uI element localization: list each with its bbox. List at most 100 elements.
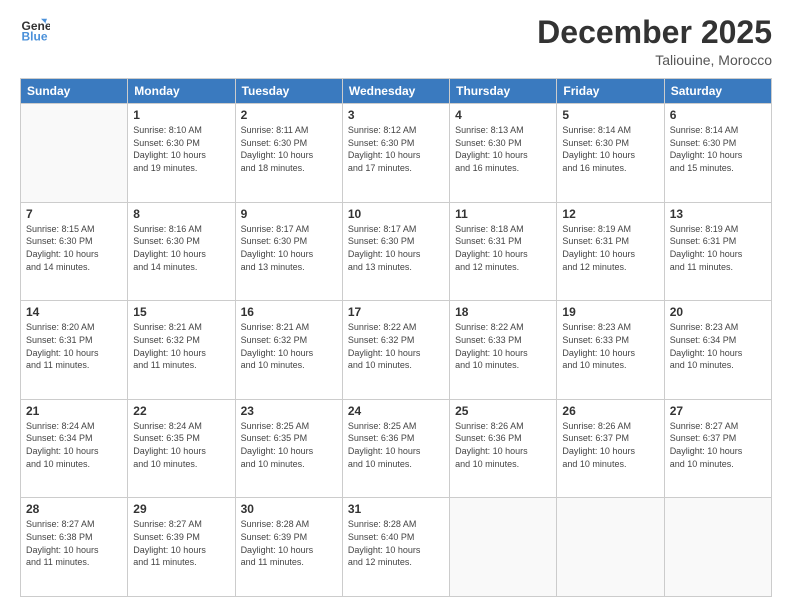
day-number: 5 — [562, 108, 658, 122]
day-number: 3 — [348, 108, 444, 122]
calendar-cell — [21, 104, 128, 203]
day-number: 1 — [133, 108, 229, 122]
calendar-week-3: 14 Sunrise: 8:20 AM Sunset: 6:31 PM Dayli… — [21, 301, 772, 400]
calendar-cell: 12 Sunrise: 8:19 AM Sunset: 6:31 PM Dayli… — [557, 202, 664, 301]
calendar-cell: 3 Sunrise: 8:12 AM Sunset: 6:30 PM Daylig… — [342, 104, 449, 203]
day-info: Sunrise: 8:26 AM Sunset: 6:37 PM Dayligh… — [562, 420, 658, 470]
day-info: Sunrise: 8:25 AM Sunset: 6:36 PM Dayligh… — [348, 420, 444, 470]
day-info: Sunrise: 8:19 AM Sunset: 6:31 PM Dayligh… — [670, 223, 766, 273]
day-number: 23 — [241, 404, 337, 418]
col-sunday: Sunday — [21, 79, 128, 104]
col-saturday: Saturday — [664, 79, 771, 104]
calendar-cell: 8 Sunrise: 8:16 AM Sunset: 6:30 PM Daylig… — [128, 202, 235, 301]
calendar-cell: 18 Sunrise: 8:22 AM Sunset: 6:33 PM Dayli… — [450, 301, 557, 400]
day-info: Sunrise: 8:17 AM Sunset: 6:30 PM Dayligh… — [241, 223, 337, 273]
day-info: Sunrise: 8:20 AM Sunset: 6:31 PM Dayligh… — [26, 321, 122, 371]
calendar-cell: 2 Sunrise: 8:11 AM Sunset: 6:30 PM Daylig… — [235, 104, 342, 203]
day-number: 18 — [455, 305, 551, 319]
calendar-cell: 24 Sunrise: 8:25 AM Sunset: 6:36 PM Dayli… — [342, 399, 449, 498]
day-number: 13 — [670, 207, 766, 221]
day-number: 14 — [26, 305, 122, 319]
header-row: Sunday Monday Tuesday Wednesday Thursday… — [21, 79, 772, 104]
location: Taliouine, Morocco — [537, 52, 772, 68]
day-info: Sunrise: 8:16 AM Sunset: 6:30 PM Dayligh… — [133, 223, 229, 273]
day-info: Sunrise: 8:22 AM Sunset: 6:33 PM Dayligh… — [455, 321, 551, 371]
day-info: Sunrise: 8:17 AM Sunset: 6:30 PM Dayligh… — [348, 223, 444, 273]
title-area: December 2025 Taliouine, Morocco — [537, 15, 772, 68]
calendar-cell: 10 Sunrise: 8:17 AM Sunset: 6:30 PM Dayli… — [342, 202, 449, 301]
day-number: 26 — [562, 404, 658, 418]
day-info: Sunrise: 8:23 AM Sunset: 6:34 PM Dayligh… — [670, 321, 766, 371]
logo-icon: General Blue — [20, 15, 50, 45]
calendar-cell: 7 Sunrise: 8:15 AM Sunset: 6:30 PM Daylig… — [21, 202, 128, 301]
calendar-cell — [450, 498, 557, 597]
day-number: 10 — [348, 207, 444, 221]
day-info: Sunrise: 8:24 AM Sunset: 6:34 PM Dayligh… — [26, 420, 122, 470]
col-friday: Friday — [557, 79, 664, 104]
day-info: Sunrise: 8:19 AM Sunset: 6:31 PM Dayligh… — [562, 223, 658, 273]
calendar-cell: 26 Sunrise: 8:26 AM Sunset: 6:37 PM Dayli… — [557, 399, 664, 498]
day-number: 27 — [670, 404, 766, 418]
calendar-cell: 22 Sunrise: 8:24 AM Sunset: 6:35 PM Dayli… — [128, 399, 235, 498]
day-number: 7 — [26, 207, 122, 221]
col-tuesday: Tuesday — [235, 79, 342, 104]
day-info: Sunrise: 8:11 AM Sunset: 6:30 PM Dayligh… — [241, 124, 337, 174]
day-number: 31 — [348, 502, 444, 516]
day-number: 15 — [133, 305, 229, 319]
calendar-week-5: 28Sunrise: 8:27 AM Sunset: 6:38 PM Dayli… — [21, 498, 772, 597]
day-number: 6 — [670, 108, 766, 122]
calendar-cell: 14 Sunrise: 8:20 AM Sunset: 6:31 PM Dayli… — [21, 301, 128, 400]
day-info: Sunrise: 8:27 AM Sunset: 6:38 PM Dayligh… — [26, 518, 122, 568]
day-info: Sunrise: 8:12 AM Sunset: 6:30 PM Dayligh… — [348, 124, 444, 174]
day-number: 19 — [562, 305, 658, 319]
day-info: Sunrise: 8:14 AM Sunset: 6:30 PM Dayligh… — [670, 124, 766, 174]
day-info: Sunrise: 8:22 AM Sunset: 6:32 PM Dayligh… — [348, 321, 444, 371]
col-monday: Monday — [128, 79, 235, 104]
calendar-cell: 29 Sunrise: 8:27 AM Sunset: 6:39 PM Dayli… — [128, 498, 235, 597]
day-info: Sunrise: 8:27 AM Sunset: 6:37 PM Dayligh… — [670, 420, 766, 470]
calendar-week-1: 1 Sunrise: 8:10 AM Sunset: 6:30 PM Daylig… — [21, 104, 772, 203]
page: General Blue December 2025 Taliouine, Mo… — [0, 0, 792, 612]
calendar-cell: 23Sunrise: 8:25 AM Sunset: 6:35 PM Dayli… — [235, 399, 342, 498]
day-info: Sunrise: 8:21 AM Sunset: 6:32 PM Dayligh… — [241, 321, 337, 371]
calendar-cell: 20Sunrise: 8:23 AM Sunset: 6:34 PM Dayli… — [664, 301, 771, 400]
calendar-cell: 25Sunrise: 8:26 AM Sunset: 6:36 PM Dayli… — [450, 399, 557, 498]
month-title: December 2025 — [537, 15, 772, 50]
day-number: 8 — [133, 207, 229, 221]
calendar-week-4: 21 Sunrise: 8:24 AM Sunset: 6:34 PM Dayli… — [21, 399, 772, 498]
svg-text:Blue: Blue — [22, 30, 48, 44]
day-info: Sunrise: 8:14 AM Sunset: 6:30 PM Dayligh… — [562, 124, 658, 174]
calendar-cell: 4Sunrise: 8:13 AM Sunset: 6:30 PM Daylig… — [450, 104, 557, 203]
day-number: 30 — [241, 502, 337, 516]
header: General Blue December 2025 Taliouine, Mo… — [20, 15, 772, 68]
day-number: 21 — [26, 404, 122, 418]
day-info: Sunrise: 8:10 AM Sunset: 6:30 PM Dayligh… — [133, 124, 229, 174]
calendar-cell: 28Sunrise: 8:27 AM Sunset: 6:38 PM Dayli… — [21, 498, 128, 597]
day-number: 29 — [133, 502, 229, 516]
day-info: Sunrise: 8:24 AM Sunset: 6:35 PM Dayligh… — [133, 420, 229, 470]
day-info: Sunrise: 8:23 AM Sunset: 6:33 PM Dayligh… — [562, 321, 658, 371]
day-info: Sunrise: 8:27 AM Sunset: 6:39 PM Dayligh… — [133, 518, 229, 568]
calendar-cell: 16 Sunrise: 8:21 AM Sunset: 6:32 PM Dayli… — [235, 301, 342, 400]
calendar-cell: 5 Sunrise: 8:14 AM Sunset: 6:30 PM Daylig… — [557, 104, 664, 203]
calendar-cell: 13 Sunrise: 8:19 AM Sunset: 6:31 PM Dayli… — [664, 202, 771, 301]
calendar-cell: 9 Sunrise: 8:17 AM Sunset: 6:30 PM Daylig… — [235, 202, 342, 301]
calendar-cell: 1 Sunrise: 8:10 AM Sunset: 6:30 PM Daylig… — [128, 104, 235, 203]
day-number: 16 — [241, 305, 337, 319]
calendar-cell — [557, 498, 664, 597]
calendar-cell: 30Sunrise: 8:28 AM Sunset: 6:39 PM Dayli… — [235, 498, 342, 597]
calendar-cell: 15Sunrise: 8:21 AM Sunset: 6:32 PM Dayli… — [128, 301, 235, 400]
logo: General Blue — [20, 15, 50, 45]
day-number: 22 — [133, 404, 229, 418]
day-number: 2 — [241, 108, 337, 122]
day-number: 24 — [348, 404, 444, 418]
day-info: Sunrise: 8:28 AM Sunset: 6:40 PM Dayligh… — [348, 518, 444, 568]
day-number: 17 — [348, 305, 444, 319]
calendar-cell: 21 Sunrise: 8:24 AM Sunset: 6:34 PM Dayli… — [21, 399, 128, 498]
day-number: 9 — [241, 207, 337, 221]
day-number: 12 — [562, 207, 658, 221]
day-number: 4 — [455, 108, 551, 122]
calendar: Sunday Monday Tuesday Wednesday Thursday… — [20, 78, 772, 597]
calendar-cell: 27 Sunrise: 8:27 AM Sunset: 6:37 PM Dayli… — [664, 399, 771, 498]
day-info: Sunrise: 8:15 AM Sunset: 6:30 PM Dayligh… — [26, 223, 122, 273]
